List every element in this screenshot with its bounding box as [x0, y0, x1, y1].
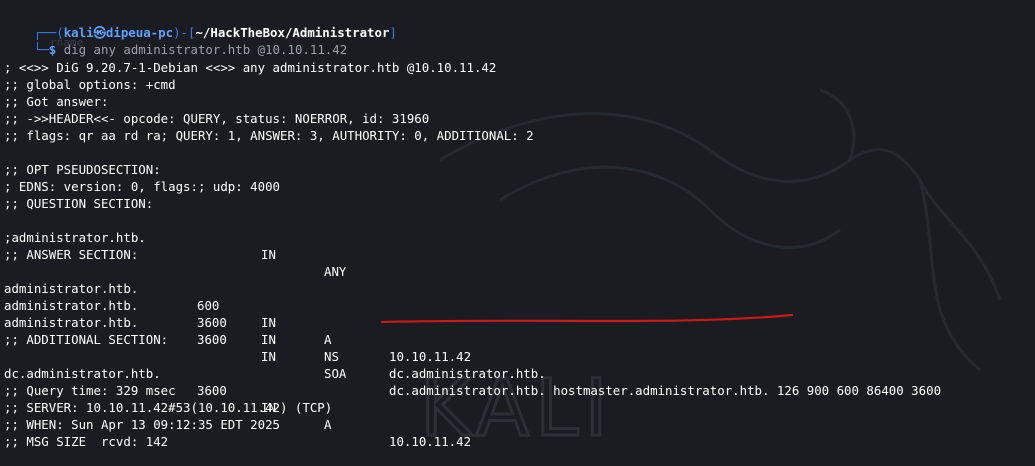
- record-class: IN: [261, 332, 276, 347]
- output-line: ;; OPT PSEUDOSECTION:: [4, 162, 161, 177]
- record-ttl: 3600: [197, 332, 227, 347]
- output-line: ;; Query time: 329 msec: [4, 383, 176, 398]
- output-line: ;; MSG SIZE rcvd: 142: [4, 434, 169, 449]
- record-ttl: 3600: [197, 383, 227, 398]
- record-data: 10.10.11.42: [389, 349, 472, 364]
- output-line: ;; QUESTION SECTION:: [4, 196, 154, 211]
- record-ttl: 600: [197, 298, 220, 313]
- record-type: ANY: [324, 264, 347, 279]
- record-type: A: [324, 417, 332, 432]
- section-title: ;; ANSWER SECTION:: [4, 247, 139, 262]
- record-name: administrator.htb.: [4, 315, 139, 330]
- record-ttl: 3600: [197, 315, 227, 330]
- record-type: A: [324, 332, 332, 347]
- record-name: ;administrator.htb.: [4, 230, 146, 245]
- output-line: ;; ->>HEADER<<- opcode: QUERY, status: N…: [4, 111, 430, 126]
- prompt-bracket: ]: [389, 25, 397, 40]
- answer-row: administrator.htb. 600 IN A 10.10.11.42: [4, 263, 471, 364]
- record-data: 10.10.11.42: [389, 434, 472, 449]
- red-underline-annotation: [380, 313, 794, 324]
- command-text: dig any administrator.htb @10.10.11.42: [63, 42, 348, 57]
- output-line: ;; SERVER: 10.10.11.42#53(10.10.11.42) (…: [4, 400, 333, 415]
- record-class: IN: [261, 315, 276, 330]
- answer-row: administrator.htb. 3600 IN SOA dc.admini…: [4, 297, 941, 398]
- section-title: ;; ADDITIONAL SECTION:: [4, 332, 169, 347]
- question-row: ;administrator.htb. IN ANY: [4, 212, 346, 279]
- record-data: dc.administrator.htb.: [389, 366, 546, 381]
- record-name: dc.administrator.htb.: [4, 366, 161, 381]
- prompt-line: ┌──(kali㉿dipeua-pc)-[~/HackTheBox/Admini…: [4, 7, 397, 40]
- additional-row: dc.administrator.htb. 3600 IN A 10.10.11…: [4, 348, 471, 449]
- record-class: IN: [261, 247, 276, 262]
- output-line: ;; global options: +cmd: [4, 77, 176, 92]
- output-line: ; EDNS: version: 0, flags:; udp: 4000: [4, 179, 281, 194]
- answer-row: administrator.htb. 3600 IN NS dc.adminis…: [4, 280, 546, 381]
- record-data: dc.administrator.htb. hostmaster.adminis…: [389, 383, 942, 398]
- output-line: ;; flags: qr aa rd ra; QUERY: 1, ANSWER:…: [4, 128, 534, 143]
- prompt-corner: └─: [33, 42, 49, 57]
- output-line: ;; WHEN: Sun Apr 13 09:12:35 EDT 2025: [4, 417, 281, 432]
- record-type: SOA: [324, 366, 347, 381]
- output-line: ; <<>> DiG 9.20.7-1-Debian <<>> any admi…: [4, 60, 497, 75]
- record-type: NS: [324, 349, 339, 364]
- terminal-window[interactable]: KALI ┌──(kali㉿dipeua-pc)-[~/HackTheBox/A…: [0, 0, 1035, 466]
- ghost-text: rname: [50, 36, 84, 49]
- output-line: ;; Got answer:: [4, 94, 109, 109]
- record-class: IN: [261, 349, 276, 364]
